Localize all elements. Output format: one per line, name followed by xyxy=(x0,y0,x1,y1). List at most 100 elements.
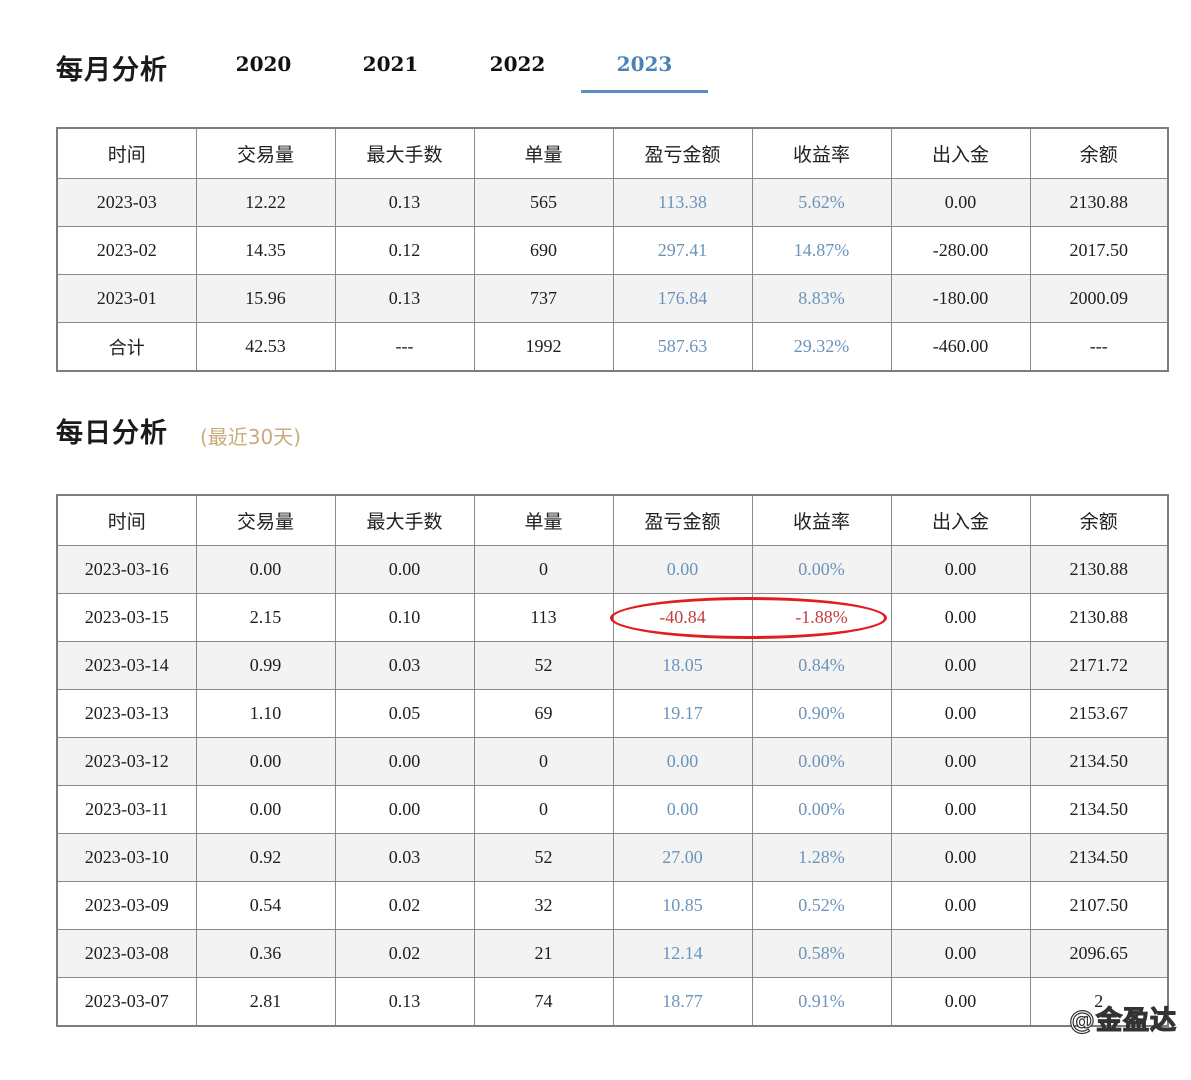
cell-total-label: 合计 xyxy=(56,322,197,372)
tab-2020[interactable]: 2020 xyxy=(200,52,327,93)
cell-max-lots: 0.13 xyxy=(334,977,475,1027)
cell-orders: 690 xyxy=(473,226,614,275)
cell-time: 2023-03-11 xyxy=(56,785,197,834)
cell-pnl: 18.77 xyxy=(612,977,753,1027)
table-row: 2023-03-10 0.92 0.03 52 27.00 1.28% 0.00… xyxy=(56,833,1169,882)
table-row: 2023-03-16 0.00 0.00 0 0.00 0.00% 0.00 2… xyxy=(56,545,1169,594)
tab-2022[interactable]: 2022 xyxy=(454,52,581,93)
cell-balance: 2130.88 xyxy=(1029,545,1169,594)
cell-balance: 2017.50 xyxy=(1029,226,1169,275)
column-header-return: 收益率 xyxy=(751,494,892,546)
table-header-row: 时间 交易量 最大手数 单量 盈亏金额 收益率 出入金 余额 xyxy=(56,127,1169,179)
cell-balance: 2130.88 xyxy=(1029,178,1169,227)
cell-pnl: 0.00 xyxy=(612,545,753,594)
cell-volume: 2.15 xyxy=(195,593,336,642)
cell-time: 2023-03 xyxy=(56,178,197,227)
table-row: 2023-03-15 2.15 0.10 113 -40.84 -1.88% 0… xyxy=(56,593,1169,642)
cell-balance: 2134.50 xyxy=(1029,833,1169,882)
cell-pnl: 587.63 xyxy=(612,322,753,372)
cell-volume: 0.00 xyxy=(195,737,336,786)
table-row: 2023-03-13 1.10 0.05 69 19.17 0.90% 0.00… xyxy=(56,689,1169,738)
cell-orders: 52 xyxy=(473,833,614,882)
cell-volume: 42.53 xyxy=(195,322,336,372)
cell-return: -1.88% xyxy=(751,593,892,642)
cell-pnl: 19.17 xyxy=(612,689,753,738)
tab-2023[interactable]: 2023 xyxy=(581,52,708,93)
cell-max-lots: 0.03 xyxy=(334,833,475,882)
cell-balance: 2153.67 xyxy=(1029,689,1169,738)
column-header-deposit-withdraw: 出入金 xyxy=(890,127,1031,179)
cell-time: 2023-03-12 xyxy=(56,737,197,786)
cell-time: 2023-03-07 xyxy=(56,977,197,1027)
table-row: 2023-03-14 0.99 0.03 52 18.05 0.84% 0.00… xyxy=(56,641,1169,690)
column-header-time: 时间 xyxy=(56,494,197,546)
table-header-row: 时间 交易量 最大手数 单量 盈亏金额 收益率 出入金 余额 xyxy=(56,494,1169,546)
cell-deposit-withdraw: 0.00 xyxy=(890,833,1031,882)
cell-deposit-withdraw: 0.00 xyxy=(890,178,1031,227)
table-row: 2023-03-09 0.54 0.02 32 10.85 0.52% 0.00… xyxy=(56,881,1169,930)
cell-deposit-withdraw: -460.00 xyxy=(890,322,1031,372)
cell-deposit-withdraw: 0.00 xyxy=(890,689,1031,738)
cell-balance: 2171.72 xyxy=(1029,641,1169,690)
column-header-max-lots: 最大手数 xyxy=(334,127,475,179)
column-header-max-lots: 最大手数 xyxy=(334,494,475,546)
watermark-logo: @金盈达 xyxy=(1068,1005,1177,1036)
cell-volume: 0.54 xyxy=(195,881,336,930)
cell-max-lots: 0.00 xyxy=(334,785,475,834)
cell-return: 0.90% xyxy=(751,689,892,738)
cell-deposit-withdraw: 0.00 xyxy=(890,881,1031,930)
cell-max-lots: 0.02 xyxy=(334,881,475,930)
cell-pnl: 297.41 xyxy=(612,226,753,275)
cell-volume: 2.81 xyxy=(195,977,336,1027)
column-header-pnl: 盈亏金额 xyxy=(612,127,753,179)
cell-orders: 32 xyxy=(473,881,614,930)
cell-return: 0.91% xyxy=(751,977,892,1027)
cell-balance: 2000.09 xyxy=(1029,274,1169,323)
column-header-volume: 交易量 xyxy=(195,127,336,179)
cell-orders: 1992 xyxy=(473,322,614,372)
cell-pnl: 176.84 xyxy=(612,274,753,323)
cell-orders: 0 xyxy=(473,545,614,594)
table-row: 2023-01 15.96 0.13 737 176.84 8.83% -180… xyxy=(56,274,1169,323)
column-header-balance: 余额 xyxy=(1029,127,1169,179)
daily-subtitle: (最近30天) xyxy=(200,425,302,449)
cell-max-lots: 0.13 xyxy=(334,178,475,227)
cell-pnl: 12.14 xyxy=(612,929,753,978)
cell-max-lots: 0.12 xyxy=(334,226,475,275)
cell-return: 0.52% xyxy=(751,881,892,930)
cell-max-lots: 0.00 xyxy=(334,545,475,594)
cell-max-lots: 0.00 xyxy=(334,737,475,786)
column-header-balance: 余额 xyxy=(1029,494,1169,546)
cell-volume: 0.00 xyxy=(195,545,336,594)
cell-pnl: 0.00 xyxy=(612,785,753,834)
cell-deposit-withdraw: 0.00 xyxy=(890,785,1031,834)
table-row: 2023-03 12.22 0.13 565 113.38 5.62% 0.00… xyxy=(56,178,1169,227)
column-header-pnl: 盈亏金额 xyxy=(612,494,753,546)
cell-deposit-withdraw: 0.00 xyxy=(890,545,1031,594)
cell-deposit-withdraw: 0.00 xyxy=(890,641,1031,690)
cell-time: 2023-03-13 xyxy=(56,689,197,738)
tab-2021[interactable]: 2021 xyxy=(327,52,454,93)
cell-time: 2023-03-10 xyxy=(56,833,197,882)
column-header-return: 收益率 xyxy=(751,127,892,179)
cell-time: 2023-01 xyxy=(56,274,197,323)
cell-deposit-withdraw: 0.00 xyxy=(890,977,1031,1027)
cell-time: 2023-03-09 xyxy=(56,881,197,930)
table-row: 2023-02 14.35 0.12 690 297.41 14.87% -28… xyxy=(56,226,1169,275)
cell-max-lots: 0.05 xyxy=(334,689,475,738)
cell-volume: 1.10 xyxy=(195,689,336,738)
cell-time: 2023-03-15 xyxy=(56,593,197,642)
cell-balance: 2107.50 xyxy=(1029,881,1169,930)
cell-orders: 74 xyxy=(473,977,614,1027)
cell-max-lots: 0.03 xyxy=(334,641,475,690)
cell-balance: 2096.65 xyxy=(1029,929,1169,978)
cell-return: 0.00% xyxy=(751,737,892,786)
cell-orders: 69 xyxy=(473,689,614,738)
cell-max-lots: 0.13 xyxy=(334,274,475,323)
cell-pnl: 18.05 xyxy=(612,641,753,690)
cell-return: 5.62% xyxy=(751,178,892,227)
cell-volume: 0.92 xyxy=(195,833,336,882)
cell-return: 0.84% xyxy=(751,641,892,690)
cell-return: 0.00% xyxy=(751,545,892,594)
column-header-orders: 单量 xyxy=(473,127,614,179)
